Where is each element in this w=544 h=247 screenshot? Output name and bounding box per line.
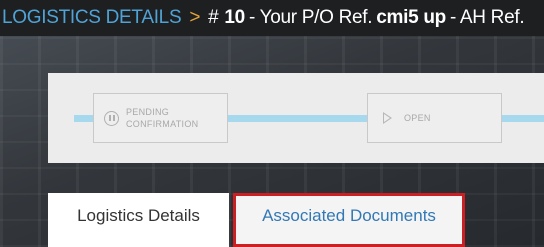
step-open: OPEN (367, 93, 502, 143)
order-number: 10 (224, 7, 245, 28)
step-pending-confirmation: PENDING CONFIRMATION (93, 93, 228, 143)
step-pending-line2: CONFIRMATION (126, 119, 199, 129)
po-ref-label: - Your P/O Ref. (248, 7, 373, 28)
step-pending-line1: PENDING (126, 107, 170, 117)
hash-symbol: # (208, 7, 219, 28)
po-ref-value: cmi5 up (376, 7, 446, 28)
pause-circle-icon (104, 110, 119, 126)
tab-logistics-details[interactable]: Logistics Details (48, 193, 229, 247)
breadcrumb-separator: > (189, 7, 201, 28)
status-progress-panel: PENDING CONFIRMATION OPEN (48, 73, 544, 163)
breadcrumb-section[interactable]: LOGISTICS DETAILS (2, 7, 182, 29)
page-header: LOGISTICS DETAILS > # 10 - Your P/O Ref.… (0, 0, 544, 36)
tab-associated-documents[interactable]: Associated Documents (233, 193, 465, 247)
ah-ref-label: - AH Ref. (449, 7, 525, 28)
step-pending-label: PENDING CONFIRMATION (126, 106, 198, 130)
step-open-label: OPEN (404, 113, 431, 123)
play-icon (383, 112, 392, 124)
